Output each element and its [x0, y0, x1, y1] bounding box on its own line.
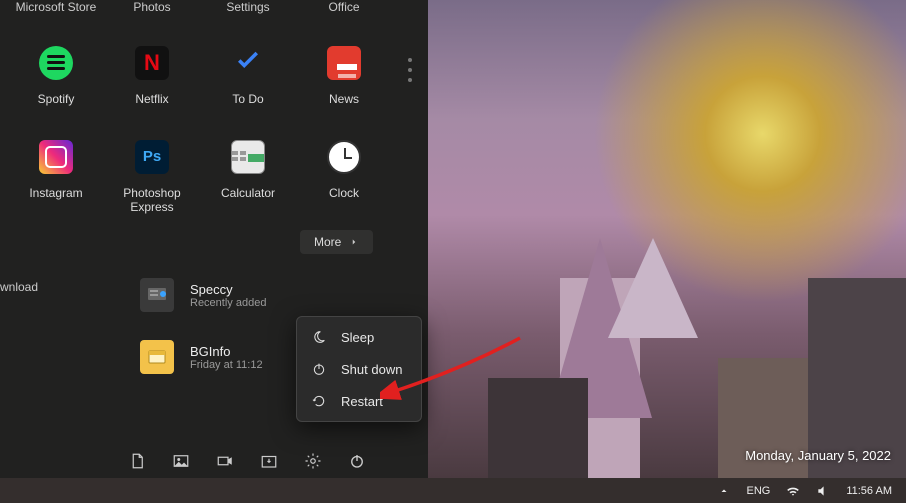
clock-time[interactable]: 11:56 AM: [846, 485, 892, 497]
downloads-icon[interactable]: [260, 452, 278, 470]
spotify-icon: [39, 46, 73, 80]
power-sleep[interactable]: Sleep: [297, 321, 421, 353]
restart-label: Restart: [341, 394, 383, 409]
app-office[interactable]: Office: [296, 0, 392, 30]
power-icon[interactable]: [348, 452, 366, 470]
speccy-icon: [140, 278, 174, 312]
wallpaper-shape: [488, 378, 588, 478]
instagram-icon: [39, 140, 73, 174]
sleep-label: Sleep: [341, 330, 374, 345]
pinned-apps: Microsoft Store Photos Settings Office S…: [0, 0, 428, 218]
start-menu: Microsoft Store Photos Settings Office S…: [0, 0, 428, 478]
wifi-icon[interactable]: [786, 484, 800, 498]
power-shutdown[interactable]: Shut down: [297, 353, 421, 385]
desktop-date-overlay: Monday, January 5, 2022: [745, 448, 891, 463]
moon-icon: [311, 329, 327, 345]
desktop-wallpaper: Monday, January 5, 2022: [428, 0, 906, 478]
recent-subtitle: Friday at 11:12: [190, 359, 263, 371]
shutdown-label: Shut down: [341, 362, 402, 377]
scroll-indicator[interactable]: [408, 58, 412, 82]
power-menu: Sleep Shut down Restart: [296, 316, 422, 422]
more-label: More: [314, 235, 341, 249]
chevron-up-icon[interactable]: [718, 485, 730, 497]
netflix-icon: N: [135, 46, 169, 80]
language-indicator[interactable]: ENG: [746, 485, 770, 497]
truncated-label: wnload: [0, 280, 38, 294]
recent-item-speccy[interactable]: Speccy Recently added: [0, 272, 428, 318]
more-button[interactable]: More: [300, 230, 373, 254]
bginfo-icon: [140, 340, 174, 374]
app-calculator[interactable]: Calculator: [200, 124, 296, 218]
overlay-date-text: Monday, January 5, 2022: [745, 448, 891, 463]
chevron-right-icon: [349, 237, 359, 247]
app-netflix[interactable]: N Netflix: [104, 30, 200, 124]
recent-title: BGInfo: [190, 344, 263, 359]
app-spotify[interactable]: Spotify: [8, 30, 104, 124]
app-clock[interactable]: Clock: [296, 124, 392, 218]
documents-icon[interactable]: [128, 452, 146, 470]
settings-gear-icon[interactable]: [304, 452, 322, 470]
app-news[interactable]: News: [296, 30, 392, 124]
app-todo[interactable]: To Do: [200, 30, 296, 124]
taskbar[interactable]: ENG 11:56 AM: [0, 478, 906, 503]
wallpaper-shape: [608, 238, 698, 338]
start-bottom-toolbar: [128, 452, 366, 470]
pictures-icon[interactable]: [172, 452, 190, 470]
app-instagram[interactable]: Instagram: [8, 124, 104, 218]
photoshop-icon: Ps: [135, 140, 169, 174]
system-tray: ENG 11:56 AM: [718, 484, 906, 498]
recent-subtitle: Recently added: [190, 297, 266, 309]
app-settings[interactable]: Settings: [200, 0, 296, 30]
volume-icon[interactable]: [816, 484, 830, 498]
power-off-icon: [311, 361, 327, 377]
videos-icon[interactable]: [216, 452, 234, 470]
app-photos[interactable]: Photos: [104, 0, 200, 30]
app-photoshop-express[interactable]: Ps Photoshop Express: [104, 124, 200, 218]
calculator-icon: [231, 140, 265, 174]
todo-icon: [231, 46, 265, 80]
power-restart[interactable]: Restart: [297, 385, 421, 417]
recent-title: Speccy: [190, 282, 266, 297]
clock-icon: [327, 140, 361, 174]
news-icon: [327, 46, 361, 80]
app-microsoft-store[interactable]: Microsoft Store: [8, 0, 104, 30]
restart-icon: [311, 393, 327, 409]
